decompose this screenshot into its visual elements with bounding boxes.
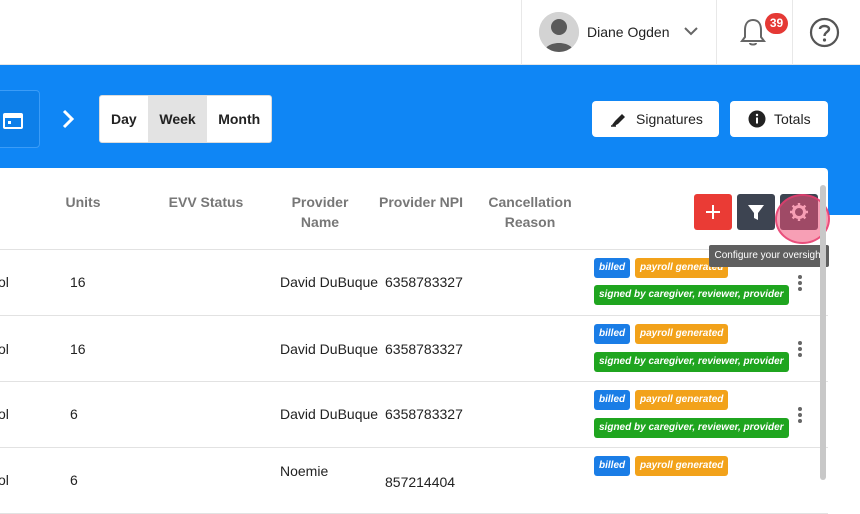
notification-badge: 39 (765, 13, 788, 34)
avatar (539, 12, 579, 52)
payroll-tag: payroll generated (635, 456, 729, 476)
settings-tooltip: Configure your oversight (709, 245, 829, 267)
filter-button[interactable] (737, 194, 775, 230)
payroll-tag: payroll generated (635, 390, 729, 410)
units-cell: 6 (70, 406, 78, 422)
user-name: Diane Ogden (587, 24, 670, 40)
row-cell: ol (0, 274, 9, 290)
view-week-button[interactable]: Week (147, 96, 208, 142)
row-menu-icon[interactable] (795, 274, 805, 292)
billed-tag: billed (594, 390, 631, 410)
table-row[interactable]: ol 16 David DuBuque 6358783327 billed pa… (0, 250, 828, 316)
vertical-scrollbar[interactable] (820, 185, 826, 480)
help-icon[interactable] (809, 17, 840, 48)
units-cell: 16 (70, 341, 86, 357)
signed-tag: signed by caregiver, reviewer, provider (594, 352, 789, 372)
column-units: Units (65, 194, 101, 210)
row-menu-icon[interactable] (795, 406, 805, 424)
view-month-button[interactable]: Month (207, 96, 271, 142)
top-bar: Diane Ogden 39 (0, 0, 860, 65)
provider-name-cell: David DuBuque (280, 274, 379, 290)
view-switcher: Day Week Month (99, 95, 272, 143)
signature-pen-icon (611, 114, 625, 127)
provider-npi-cell: 6358783327 (385, 406, 463, 422)
signed-tag: signed by caregiver, reviewer, provider (594, 418, 789, 438)
billed-tag: billed (594, 324, 631, 344)
filter-icon (748, 205, 764, 220)
signed-tag: signed by caregiver, reviewer, provider (594, 285, 789, 305)
row-cell: ol (0, 472, 9, 488)
view-day-button[interactable]: Day (100, 96, 148, 142)
payroll-tag: payroll generated (635, 324, 729, 344)
provider-name-cell: David DuBuque (280, 406, 379, 422)
provider-npi-cell: 6358783327 (385, 274, 463, 290)
column-evv-status: EVV Status (168, 194, 244, 210)
units-cell: 6 (70, 472, 78, 488)
column-provider-npi: Provider NPI (378, 194, 464, 210)
table-row[interactable]: ol 6 David DuBuque 6358783327 billed pay… (0, 382, 828, 448)
column-cancellation-reason: Cancellation Reason (488, 194, 572, 230)
provider-name-cell: David DuBuque (280, 341, 379, 357)
signatures-label: Signatures (636, 111, 703, 127)
table-row[interactable]: ol 16 David DuBuque 6358783327 billed pa… (0, 316, 828, 382)
column-provider-name: Provider Name (291, 194, 349, 230)
provider-npi-cell: 6358783327 (385, 341, 463, 357)
notifications[interactable]: 39 (717, 0, 793, 65)
row-cell: ol (0, 341, 9, 357)
provider-npi-cell: 857214404 (385, 474, 456, 490)
totals-label: Totals (774, 111, 811, 127)
chevron-right-icon[interactable] (58, 108, 78, 130)
table-row[interactable]: ol 6 Noemie 857214404 billed payroll gen… (0, 448, 828, 514)
user-menu[interactable]: Diane Ogden (521, 0, 717, 65)
billed-tag: billed (594, 456, 631, 476)
billed-tag: billed (594, 258, 631, 278)
row-menu-icon[interactable] (795, 340, 805, 358)
calendar-button[interactable] (0, 90, 40, 148)
chevron-down-icon[interactable] (682, 22, 700, 40)
calendar-icon (3, 113, 23, 129)
row-cell: ol (0, 406, 9, 422)
add-button[interactable] (694, 194, 732, 230)
plus-icon (706, 205, 720, 219)
provider-name-cell: Noemie (280, 463, 329, 479)
signatures-button[interactable]: Signatures (592, 101, 719, 137)
bell-icon[interactable] (739, 17, 767, 47)
totals-button[interactable]: Totals (730, 101, 828, 137)
info-icon (748, 110, 766, 128)
units-cell: 16 (70, 274, 86, 290)
